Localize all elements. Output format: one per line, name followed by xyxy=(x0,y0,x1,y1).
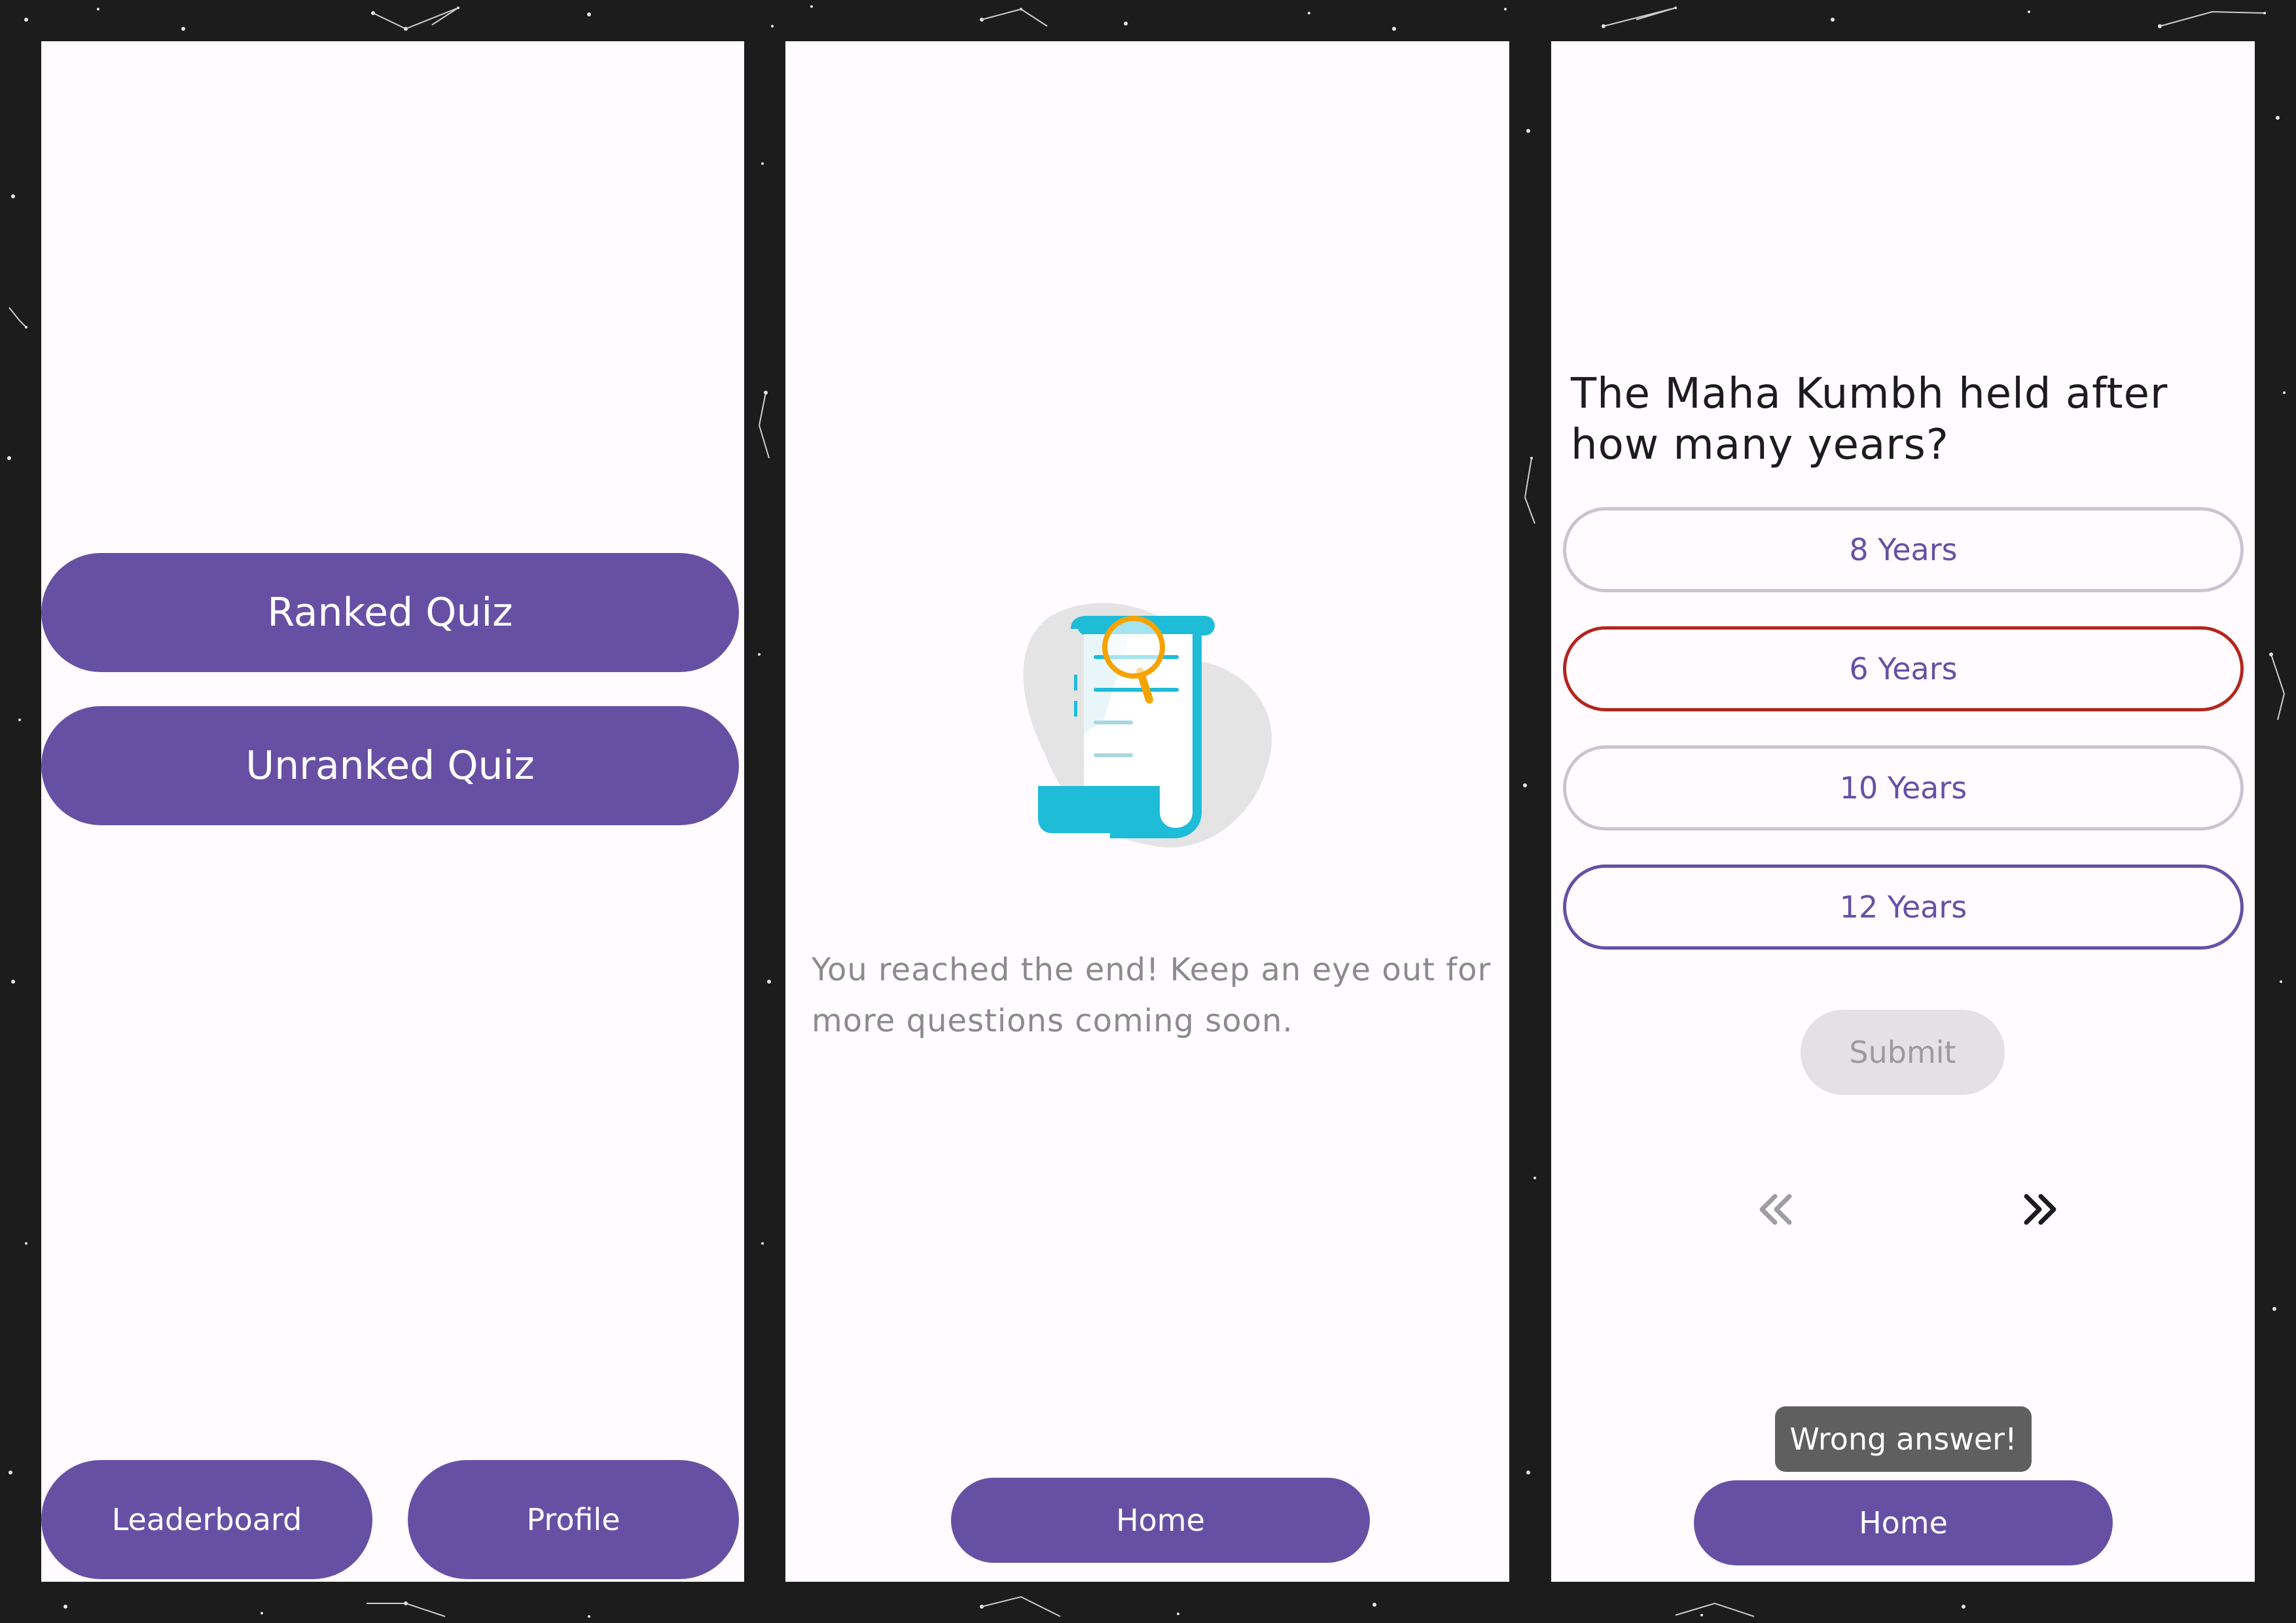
answer-option-selected[interactable]: 12 Years xyxy=(1563,865,2244,950)
home-button[interactable]: Home xyxy=(951,1478,1370,1563)
answer-option[interactable]: 10 Years xyxy=(1563,745,2244,830)
home-button[interactable]: Home xyxy=(1694,1480,2113,1565)
ranked-quiz-button[interactable]: Ranked Quiz xyxy=(41,553,739,672)
double-chevron-right-icon[interactable] xyxy=(2009,1180,2068,1239)
question-screen: The Maha Kumbh held after how many years… xyxy=(1551,41,2255,1582)
end-message: You reached the end! Keep an eye out for… xyxy=(812,952,1492,1039)
question-text: The Maha Kumbh held after how many years… xyxy=(1571,370,2168,469)
answer-option[interactable]: 8 Years xyxy=(1563,507,2244,592)
unranked-quiz-button[interactable]: Unranked Quiz xyxy=(41,706,739,825)
submit-button[interactable]: Submit xyxy=(1801,1010,2005,1095)
double-chevron-left-icon[interactable] xyxy=(1748,1180,1806,1239)
answer-option-wrong[interactable]: 6 Years xyxy=(1563,626,2244,711)
leaderboard-button[interactable]: Leaderboard xyxy=(41,1460,372,1579)
profile-button[interactable]: Profile xyxy=(408,1460,739,1579)
document-search-icon xyxy=(1023,603,1272,847)
end-of-questions-screen: You reached the end! Keep an eye out for… xyxy=(785,41,1509,1582)
quiz-menu-screen: Ranked Quiz Unranked Quiz Leaderboard Pr… xyxy=(41,41,744,1582)
wrong-answer-toast: Wrong answer! xyxy=(1775,1406,2032,1472)
